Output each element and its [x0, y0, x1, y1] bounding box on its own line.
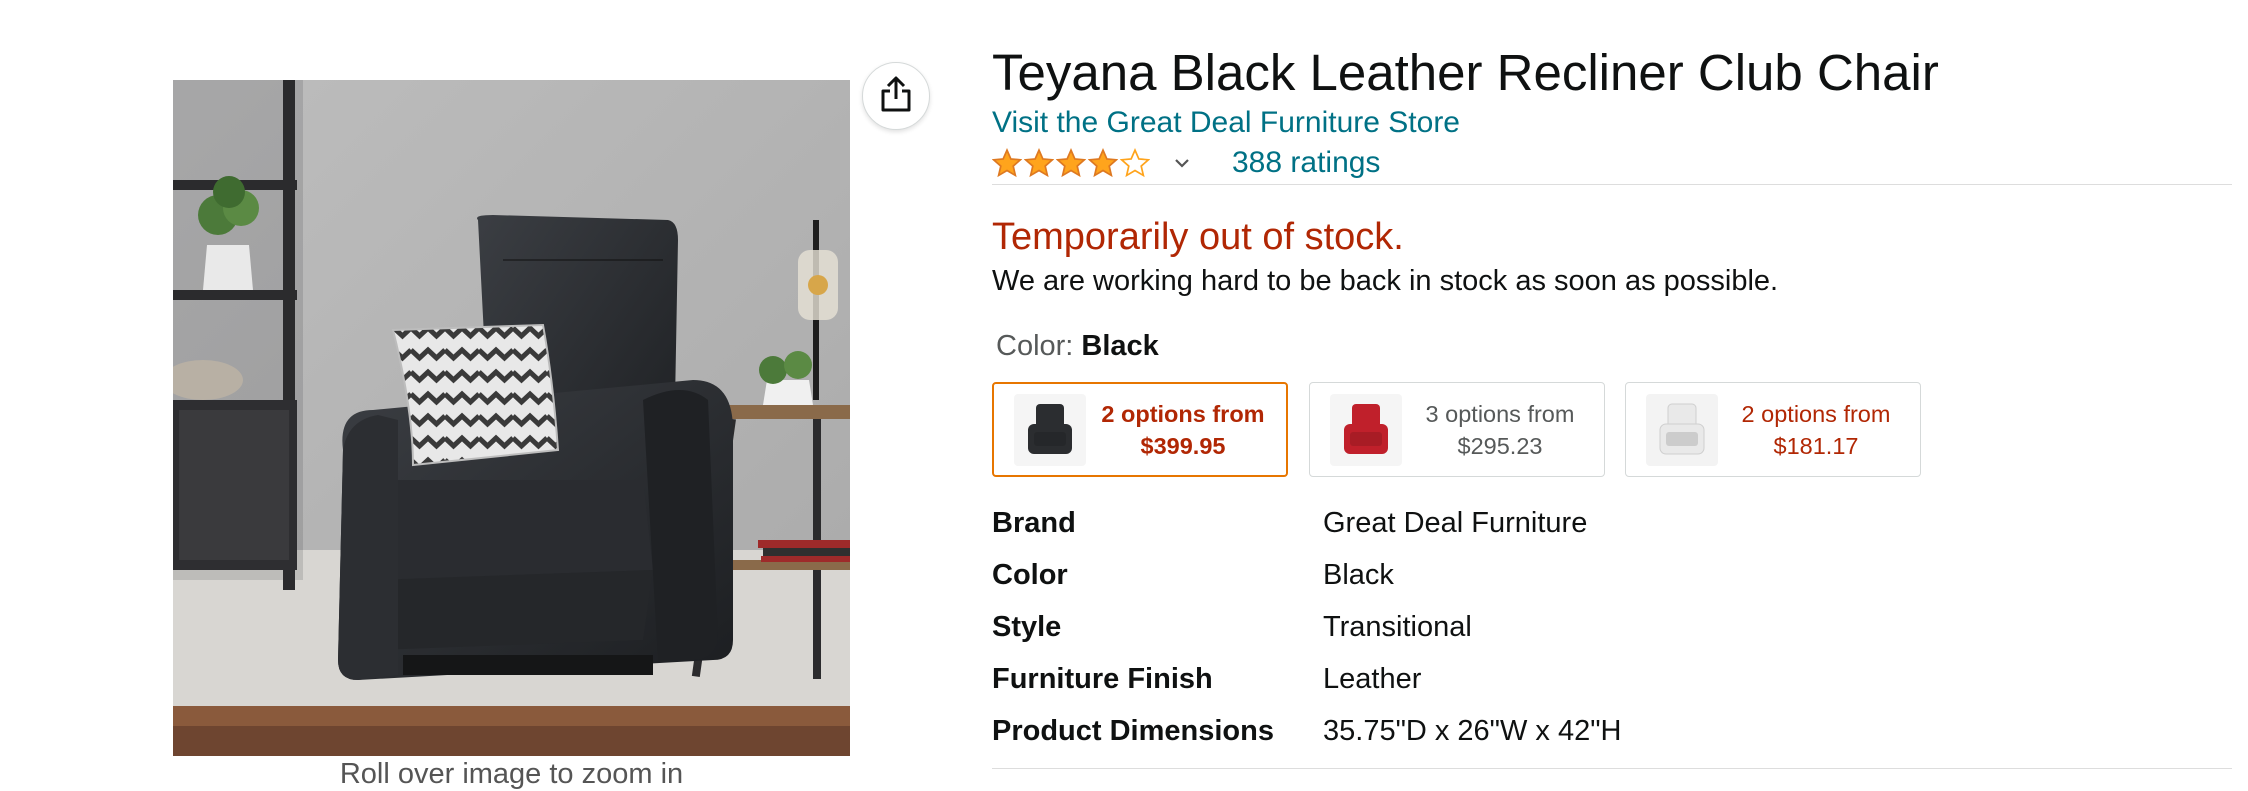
spec-key: Style [992, 610, 1062, 643]
star-filled-icon [1088, 148, 1118, 178]
swatch-options-text: 2 options from [1101, 400, 1265, 427]
swatch-options-text: 2 options from [1741, 400, 1891, 427]
divider [992, 184, 2232, 185]
color-option-red[interactable]: 3 options from $295.23 [1309, 382, 1605, 477]
spec-row-brand: Brand Great Deal Furniture [992, 503, 1587, 543]
swatch-thumbnail [1646, 393, 1718, 466]
spec-row-color: Color Black [992, 555, 1394, 595]
share-button[interactable] [862, 62, 930, 130]
color-selector-label: Color: Black [996, 330, 1159, 363]
selected-color: Black [1081, 330, 1159, 362]
rating-row: 388 ratings [992, 143, 1380, 183]
spec-row-finish: Furniture Finish Leather [992, 659, 1421, 699]
swatch-price: $181.17 [1773, 432, 1859, 459]
star-filled-icon [1024, 148, 1054, 178]
swatch-text: 3 options from $295.23 [1402, 398, 1604, 462]
swatch-options-text: 3 options from [1425, 400, 1575, 427]
swatch-thumbnail [1330, 393, 1402, 466]
star-filled-icon [1056, 148, 1086, 178]
star-empty-icon [1120, 148, 1150, 178]
color-option-black[interactable]: 2 options from $399.95 [992, 382, 1288, 477]
swatch-text: 2 options from $181.17 [1718, 398, 1920, 462]
spec-value: 35.75"D x 26"W x 42"H [1323, 714, 1622, 747]
swatch-price: $399.95 [1140, 432, 1226, 459]
swatch-text: 2 options from $399.95 [1086, 398, 1286, 462]
swatch-thumbnail [1014, 393, 1086, 466]
spec-key: Furniture Finish [992, 662, 1213, 695]
star-rating[interactable] [992, 148, 1150, 178]
store-link[interactable]: Visit the Great Deal Furniture Store [992, 106, 1460, 140]
spec-value: Transitional [1323, 610, 1472, 643]
product-image[interactable] [173, 80, 850, 756]
star-filled-icon [992, 148, 1022, 178]
product-title: Teyana Black Leather Recliner Club Chair [992, 44, 1939, 101]
divider [992, 768, 2232, 769]
availability-message: We are working hard to be back in stock … [992, 265, 1779, 297]
color-option-white[interactable]: 2 options from $181.17 [1625, 382, 1921, 477]
spec-key: Color [992, 558, 1068, 591]
ratings-count-link[interactable]: 388 ratings [1232, 146, 1380, 180]
spec-row-dimensions: Product Dimensions 35.75"D x 26"W x 42"H [992, 711, 1621, 751]
swatch-price: $295.23 [1457, 432, 1543, 459]
share-icon [879, 75, 913, 118]
spec-key: Product Dimensions [992, 714, 1274, 747]
spec-value: Black [1323, 558, 1394, 591]
spec-value: Great Deal Furniture [1323, 506, 1588, 539]
zoom-hint: Roll over image to zoom in [339, 758, 684, 790]
availability-status: Temporarily out of stock. [992, 216, 1404, 258]
color-label: Color: [996, 330, 1074, 362]
chevron-down-icon[interactable] [1174, 158, 1190, 168]
spec-row-style: Style Transitional [992, 607, 1472, 647]
spec-key: Brand [992, 506, 1076, 539]
spec-value: Leather [1323, 662, 1422, 695]
